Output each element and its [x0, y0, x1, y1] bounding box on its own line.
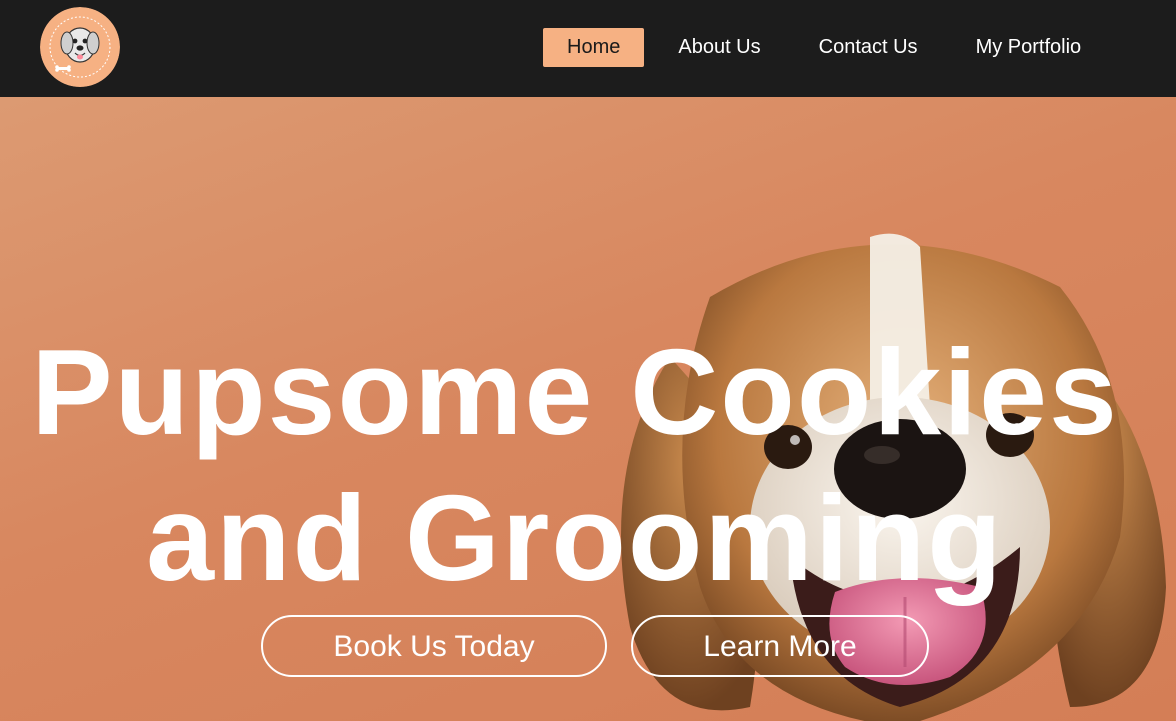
hero-title-line-1: Pupsome Cookies: [31, 324, 1119, 460]
nav-home[interactable]: Home: [543, 28, 645, 67]
book-us-today-button[interactable]: Book Us Today: [261, 615, 607, 677]
hero-title-line-2: and Grooming: [146, 470, 1004, 606]
hero-section: Pupsome Cookies and Grooming Book Us Tod…: [0, 97, 1176, 721]
site-logo[interactable]: [40, 7, 120, 87]
learn-more-button[interactable]: Learn More: [631, 615, 929, 677]
page: Home About Us Contact Us My Portfolio Pu…: [0, 0, 1176, 721]
nav-my-portfolio[interactable]: My Portfolio: [952, 28, 1106, 67]
top-navbar: Home About Us Contact Us My Portfolio: [0, 0, 1176, 97]
nav-contact-us[interactable]: Contact Us: [795, 28, 942, 67]
main-nav: Home About Us Contact Us My Portfolio: [543, 28, 1115, 67]
nav-about-us[interactable]: About Us: [654, 28, 784, 67]
dog-badge-icon: [40, 7, 120, 87]
hero-title: Pupsome Cookies and Grooming: [0, 319, 1150, 611]
